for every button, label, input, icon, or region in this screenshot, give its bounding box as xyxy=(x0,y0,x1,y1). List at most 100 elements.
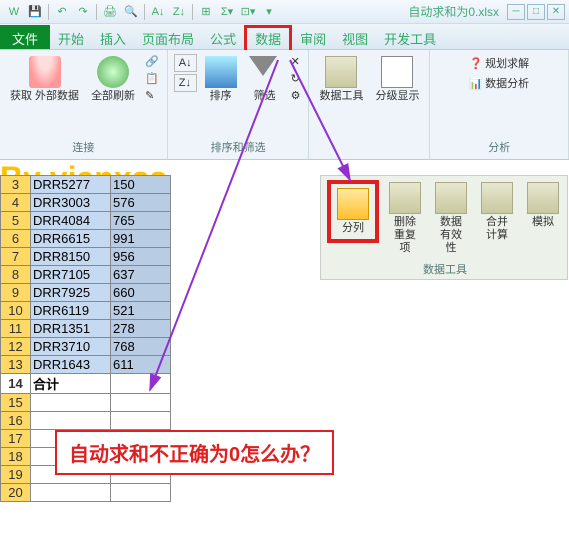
row-header[interactable]: 12 xyxy=(1,338,31,356)
table-row[interactable]: 7 DRR8150 956 xyxy=(1,248,171,266)
data-tools-button[interactable]: 数据工具 xyxy=(315,54,367,105)
row-header[interactable]: 6 xyxy=(1,230,31,248)
wps-icon[interactable]: W xyxy=(4,3,24,21)
row-header[interactable]: 7 xyxy=(1,248,31,266)
print-icon[interactable]: 🖨 xyxy=(100,3,120,21)
table-row[interactable]: 6 DRR6615 991 xyxy=(1,230,171,248)
undo-icon[interactable]: ↶ xyxy=(52,3,72,21)
tab-开发工具[interactable]: 开发工具 xyxy=(376,28,444,51)
advanced-button[interactable]: ⚙ xyxy=(289,88,303,103)
cell[interactable]: DRR3003 xyxy=(31,194,111,212)
clear-filter-button[interactable]: ✕ xyxy=(289,54,303,69)
tab-插入[interactable]: 插入 xyxy=(92,28,134,51)
solver-button[interactable]: ❓ 规划求解 xyxy=(467,54,531,72)
cell[interactable] xyxy=(111,484,171,502)
cell[interactable] xyxy=(31,484,111,502)
cell[interactable]: DRR1643 xyxy=(31,356,111,374)
sort-za-button[interactable]: Z↓ xyxy=(174,74,197,92)
get-external-data-button[interactable]: 获取 外部数据 xyxy=(6,54,83,105)
refresh-all-button[interactable]: 全部刷新 xyxy=(87,54,139,105)
row-header[interactable]: 5 xyxy=(1,212,31,230)
consolidate-button[interactable]: 合并计算 xyxy=(477,180,517,244)
table-row[interactable]: 4 DRR3003 576 xyxy=(1,194,171,212)
table-row[interactable]: 5 DRR4084 765 xyxy=(1,212,171,230)
table-row[interactable]: 3 DRR5277 150 xyxy=(1,176,171,194)
sort-button[interactable]: 排序 xyxy=(201,54,241,105)
row-header[interactable]: 4 xyxy=(1,194,31,212)
properties-button[interactable]: 📋 xyxy=(143,71,161,86)
row-header[interactable]: 8 xyxy=(1,266,31,284)
sort-asc-icon[interactable]: A↓ xyxy=(148,3,168,21)
maximize-button[interactable]: □ xyxy=(527,4,545,20)
preview-icon[interactable]: 🔍 xyxy=(121,3,141,21)
outline-button[interactable]: 分级显示 xyxy=(371,54,423,105)
connections-button[interactable]: 🔗 xyxy=(143,54,161,69)
row-header[interactable]: 13 xyxy=(1,356,31,374)
cell[interactable]: DRR4084 xyxy=(31,212,111,230)
customize-icon[interactable]: ▾ xyxy=(259,3,279,21)
cell[interactable] xyxy=(31,412,111,430)
cell[interactable]: 521 xyxy=(111,302,171,320)
table-row[interactable]: 15 xyxy=(1,394,171,412)
reapply-button[interactable]: ↻ xyxy=(289,71,303,86)
table-row[interactable]: 20 xyxy=(1,484,171,502)
cell[interactable]: DRR6615 xyxy=(31,230,111,248)
filter-button[interactable]: 筛选 xyxy=(245,54,285,105)
data-analysis-button[interactable]: 📊 数据分析 xyxy=(467,74,531,92)
more-icon[interactable]: ⊡▾ xyxy=(238,3,258,21)
tab-开始[interactable]: 开始 xyxy=(50,28,92,51)
cell[interactable]: 611 xyxy=(111,356,171,374)
table-row[interactable]: 13 DRR1643 611 xyxy=(1,356,171,374)
whatif-button[interactable]: 模拟 xyxy=(523,180,563,231)
tab-页面布局[interactable]: 页面布局 xyxy=(134,28,202,51)
close-button[interactable]: ✕ xyxy=(547,4,565,20)
cell[interactable]: 合计 xyxy=(31,374,111,394)
table-row[interactable]: 16 xyxy=(1,412,171,430)
row-header[interactable]: 9 xyxy=(1,284,31,302)
cell[interactable]: DRR3710 xyxy=(31,338,111,356)
table-row[interactable]: 11 DRR1351 278 xyxy=(1,320,171,338)
cell[interactable]: 765 xyxy=(111,212,171,230)
text-to-columns-button[interactable]: 分列 xyxy=(333,186,373,237)
cell[interactable]: 956 xyxy=(111,248,171,266)
cell[interactable]: 278 xyxy=(111,320,171,338)
table-icon[interactable]: ⊞ xyxy=(196,3,216,21)
data-validation-button[interactable]: 数据 有效性 xyxy=(431,180,471,258)
cell[interactable] xyxy=(111,374,171,394)
cell[interactable]: 660 xyxy=(111,284,171,302)
cell[interactable]: DRR7105 xyxy=(31,266,111,284)
cell[interactable] xyxy=(111,412,171,430)
sort-az-button[interactable]: A↓ xyxy=(174,54,197,72)
cell[interactable]: 991 xyxy=(111,230,171,248)
tab-审阅[interactable]: 审阅 xyxy=(292,28,334,51)
minimize-button[interactable]: ─ xyxy=(507,4,525,20)
remove-duplicates-button[interactable]: 删除 重复项 xyxy=(385,180,425,258)
tab-视图[interactable]: 视图 xyxy=(334,28,376,51)
file-tab[interactable]: 文件 xyxy=(0,25,50,49)
tab-公式[interactable]: 公式 xyxy=(202,28,244,51)
cell[interactable]: 576 xyxy=(111,194,171,212)
row-header[interactable]: 10 xyxy=(1,302,31,320)
cell[interactable] xyxy=(31,394,111,412)
cell[interactable] xyxy=(111,394,171,412)
sort-desc-icon[interactable]: Z↓ xyxy=(169,3,189,21)
table-row[interactable]: 9 DRR7925 660 xyxy=(1,284,171,302)
sum-icon[interactable]: Σ▾ xyxy=(217,3,237,21)
cell[interactable]: 768 xyxy=(111,338,171,356)
redo-icon[interactable]: ↷ xyxy=(73,3,93,21)
cell[interactable]: 150 xyxy=(111,176,171,194)
table-row[interactable]: 12 DRR3710 768 xyxy=(1,338,171,356)
table-row[interactable]: 8 DRR7105 637 xyxy=(1,266,171,284)
save-icon[interactable]: 💾 xyxy=(25,3,45,21)
row-header[interactable]: 3 xyxy=(1,176,31,194)
cell[interactable]: 637 xyxy=(111,266,171,284)
total-row[interactable]: 14合计 xyxy=(1,374,171,394)
cell[interactable]: DRR8150 xyxy=(31,248,111,266)
cell[interactable]: DRR6119 xyxy=(31,302,111,320)
edit-links-button[interactable]: ✎ xyxy=(143,88,161,103)
cell[interactable]: DRR5277 xyxy=(31,176,111,194)
row-header[interactable]: 11 xyxy=(1,320,31,338)
cell[interactable]: DRR7925 xyxy=(31,284,111,302)
table-row[interactable]: 10 DRR6119 521 xyxy=(1,302,171,320)
cell[interactable]: DRR1351 xyxy=(31,320,111,338)
